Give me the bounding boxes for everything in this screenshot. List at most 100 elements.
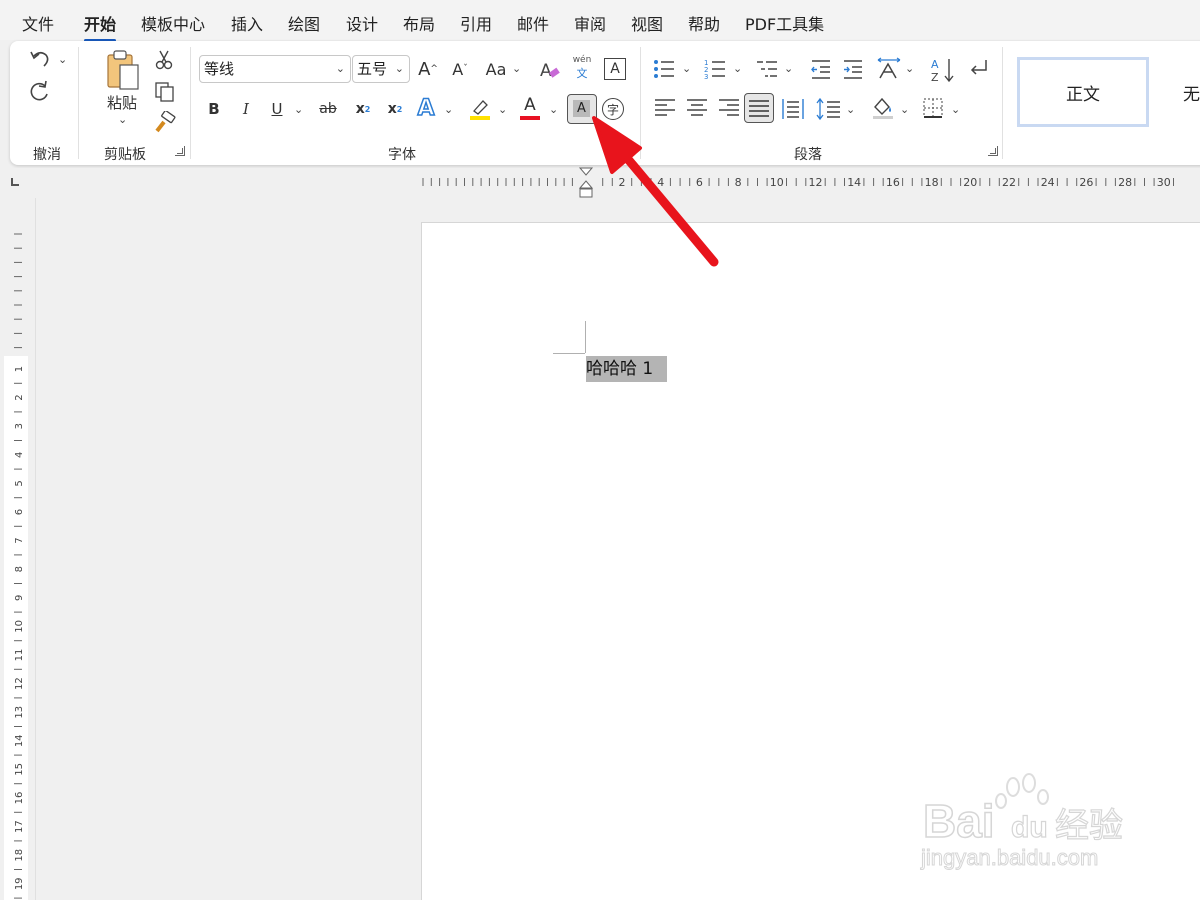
ruler-label: 10 — [770, 176, 784, 189]
strikethrough-button[interactable]: ab — [316, 97, 340, 121]
increase-indent-icon[interactable] — [842, 58, 864, 80]
ruler-label: 4 — [14, 452, 25, 458]
multilevel-list-icon[interactable] — [755, 58, 779, 80]
group-separator — [190, 47, 191, 159]
ruler-label: 14 — [14, 734, 25, 747]
bold-button[interactable]: B — [204, 97, 224, 121]
underline-button[interactable]: U — [267, 97, 287, 121]
character-border-button[interactable]: A — [604, 58, 626, 80]
superscript-button[interactable]: x2 — [384, 97, 406, 121]
highlight-dropdown-icon[interactable]: ⌄ — [498, 103, 507, 116]
font-name-value: 等线 — [204, 60, 235, 78]
grow-font-button[interactable]: A ^ — [416, 55, 440, 83]
align-right-icon[interactable] — [717, 97, 741, 119]
clipboard-launcher-icon[interactable] — [175, 146, 185, 156]
paste-dropdown-icon[interactable]: ⌄ — [118, 113, 127, 126]
change-case-dropdown-icon[interactable]: ⌄ — [512, 62, 521, 75]
ruler-label: 9 — [14, 595, 25, 601]
paste-button[interactable]: 粘贴 — [106, 93, 138, 112]
shading-dropdown-icon[interactable]: ⌄ — [900, 103, 909, 116]
tab-file[interactable]: 文件 — [22, 11, 54, 35]
bullets-icon[interactable] — [653, 58, 677, 80]
align-center-icon[interactable] — [685, 97, 709, 119]
font-color-button[interactable]: A — [520, 95, 540, 115]
line-spacing-dropdown-icon[interactable]: ⌄ — [846, 103, 855, 116]
asian-layout-dropdown-icon[interactable]: ⌄ — [905, 62, 914, 75]
tab-stop-selector-icon[interactable] — [11, 178, 19, 186]
tab-pdf-tools[interactable]: PDF工具集 — [745, 11, 824, 35]
superscript-label: x — [387, 101, 397, 117]
paste-icon[interactable] — [105, 49, 141, 91]
tab-review[interactable]: 审阅 — [574, 11, 606, 35]
svg-text:A: A — [931, 58, 939, 71]
ruler-label: 14 — [847, 176, 861, 189]
ruler-label: 18 — [925, 176, 939, 189]
text-effects-dropdown-icon[interactable]: ⌄ — [444, 103, 453, 116]
font-name-combo[interactable]: 等线 ⌄ — [199, 55, 351, 83]
highlight-pen-icon[interactable] — [468, 97, 492, 121]
tab-view[interactable]: 视图 — [631, 11, 663, 35]
style-normal[interactable]: 正文 — [1017, 57, 1149, 127]
group-label-paragraph: 段落 — [794, 147, 822, 163]
shading-icon[interactable] — [871, 95, 895, 121]
horizontal-ruler[interactable]: 2 4 6 8 10 12 14 16 18 20 22 24 26 28 30 — [420, 174, 1200, 190]
line-spacing-icon[interactable] — [816, 97, 842, 121]
undo-icon[interactable] — [28, 48, 52, 70]
tab-layout[interactable]: 布局 — [403, 11, 435, 35]
font-color-dropdown-icon[interactable]: ⌄ — [549, 103, 558, 116]
decrease-indent-icon[interactable] — [810, 58, 832, 80]
borders-icon[interactable] — [922, 97, 946, 119]
underline-dropdown-icon[interactable]: ⌄ — [294, 103, 303, 116]
text-effects-button[interactable]: A — [415, 95, 437, 122]
vertical-ruler[interactable]: 12345678910111213141516171819 — [4, 222, 28, 900]
grow-font-label: A — [418, 58, 431, 80]
borders-dropdown-icon[interactable]: ⌄ — [951, 103, 960, 116]
clear-formatting-icon[interactable]: A — [538, 58, 562, 82]
multilevel-list-dropdown-icon[interactable]: ⌄ — [784, 62, 793, 75]
tab-draw[interactable]: 绘图 — [288, 11, 320, 35]
change-case-button[interactable]: Aa — [482, 55, 510, 83]
numbering-icon[interactable]: 123 — [704, 58, 728, 80]
group-label-font: 字体 — [388, 147, 416, 163]
align-left-icon[interactable] — [653, 97, 677, 119]
tab-help[interactable]: 帮助 — [688, 11, 720, 35]
cut-icon[interactable] — [154, 49, 174, 71]
tab-template-center[interactable]: 模板中心 — [141, 11, 205, 35]
tab-insert[interactable]: 插入 — [231, 11, 263, 35]
asian-layout-icon[interactable] — [876, 56, 902, 82]
ruler-label: 2 — [619, 176, 626, 189]
show-paragraph-marks-icon[interactable] — [966, 56, 992, 82]
undo-dropdown-icon[interactable]: ⌄ — [58, 53, 67, 66]
paragraph-launcher-icon[interactable] — [988, 146, 998, 156]
ruler-label: 1 — [14, 366, 25, 372]
baidu-jingyan-watermark: Bai du 经验 jingyan.baidu.com — [920, 773, 1124, 871]
numbering-dropdown-icon[interactable]: ⌄ — [733, 62, 742, 75]
distributed-icon[interactable] — [781, 97, 805, 121]
indent-marker-icon[interactable] — [578, 166, 594, 200]
selected-document-text[interactable]: 哈哈哈 1 — [586, 356, 668, 382]
enclose-characters-button[interactable]: 字 — [602, 98, 624, 120]
character-shading-button-frame[interactable]: A — [567, 94, 597, 124]
character-shading-button[interactable]: A — [573, 100, 590, 117]
ruler-label: 16 — [886, 176, 900, 189]
ruler-label: 15 — [14, 763, 25, 776]
tab-design[interactable]: 设计 — [346, 11, 378, 35]
font-size-combo[interactable]: 五号 ⌄ — [352, 55, 410, 83]
shrink-font-button[interactable]: Aˇ — [448, 55, 472, 83]
subscript-button[interactable]: x2 — [352, 97, 374, 121]
tab-mailings[interactable]: 邮件 — [517, 11, 549, 35]
font-size-value: 五号 — [357, 60, 388, 78]
style-no-spacing[interactable]: 无 — [1160, 57, 1200, 127]
justify-button[interactable] — [744, 93, 774, 123]
font-name-chevron-icon[interactable]: ⌄ — [336, 56, 345, 82]
bullets-dropdown-icon[interactable]: ⌄ — [682, 62, 691, 75]
format-painter-icon[interactable] — [154, 111, 176, 133]
tab-references[interactable]: 引用 — [460, 11, 492, 35]
sort-icon[interactable]: A Z — [930, 56, 956, 84]
copy-icon[interactable] — [154, 81, 176, 103]
italic-button[interactable]: I — [236, 97, 256, 121]
tab-home[interactable]: 开始 — [84, 11, 117, 42]
redo-icon[interactable] — [28, 79, 52, 103]
pinyin-guide-bottom[interactable]: 文 — [570, 66, 594, 80]
font-size-chevron-icon[interactable]: ⌄ — [395, 56, 404, 82]
